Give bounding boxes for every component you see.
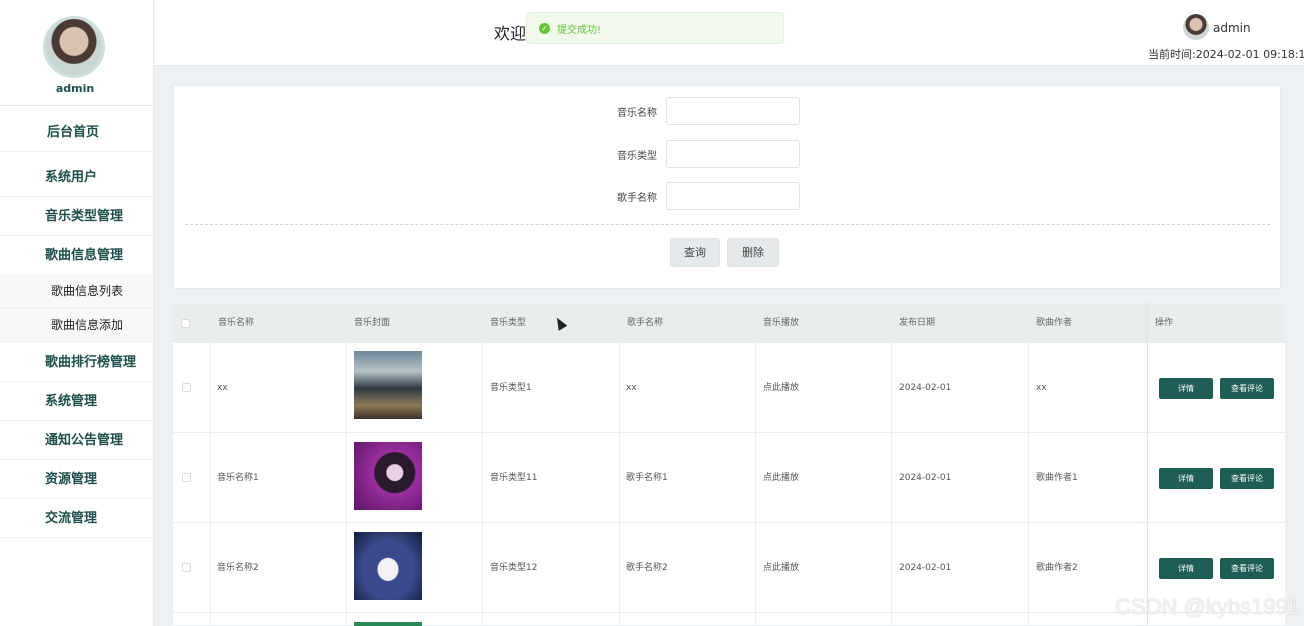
music-name-label: 音乐名称	[617, 108, 657, 119]
menu-item-song-info[interactable]: 歌曲信息管理	[0, 236, 152, 275]
profile-block: admin	[0, 0, 153, 106]
menu-item-notice[interactable]: 通知公告管理	[0, 421, 152, 460]
cell-author: xx	[1036, 383, 1047, 393]
detail-button[interactable]: 详情	[1159, 468, 1213, 489]
menu-item-system-users[interactable]: 系统用户	[0, 158, 152, 197]
menu-item-music-type[interactable]: 音乐类型管理	[0, 197, 152, 236]
time-value: 2024-02-01 09:18:13	[1195, 48, 1304, 61]
column-divider	[346, 343, 347, 626]
column-divider	[1147, 303, 1148, 626]
welcome-text: 欢迎	[494, 24, 527, 43]
cell-author: 歌曲作者1	[1036, 473, 1078, 483]
col-singer: 歌手名称	[627, 318, 664, 328]
col-actions: 操作	[1155, 318, 1174, 328]
cell-type: 音乐类型12	[490, 563, 538, 573]
cell-date: 2024-02-01	[899, 473, 952, 483]
view-comments-button[interactable]: 查看评论	[1220, 378, 1274, 399]
cover-image	[354, 351, 422, 419]
col-music-name: 音乐名称	[218, 318, 255, 328]
play-link[interactable]: 点此播放	[763, 523, 799, 613]
cover-image	[354, 622, 422, 626]
header-username[interactable]: admin	[1213, 21, 1251, 35]
submenu-item-song-add[interactable]: 歌曲信息添加	[0, 308, 152, 342]
column-divider	[755, 343, 756, 626]
success-toast: ✓ 提交成功!	[526, 12, 784, 44]
row-checkbox[interactable]	[182, 563, 191, 572]
column-divider	[1028, 343, 1029, 626]
check-icon: ✓	[539, 22, 550, 34]
play-link[interactable]: 点此播放	[763, 343, 799, 433]
cover-image	[354, 532, 422, 600]
table-row: 音乐名称1 音乐类型11 歌手名称1 点此播放 2024-02-01 歌曲作者1…	[173, 433, 1285, 523]
user-avatar[interactable]	[1183, 14, 1209, 40]
singer-name-label: 歌手名称	[617, 193, 657, 204]
cell-type: 音乐类型11	[490, 473, 538, 483]
menu-item-system[interactable]: 系统管理	[0, 382, 152, 421]
col-author: 歌曲作者	[1036, 318, 1073, 328]
delete-button[interactable]: 删除	[727, 238, 779, 267]
cell-type: 音乐类型1	[490, 383, 532, 393]
col-cover: 音乐封面	[354, 318, 391, 328]
row-checkbox[interactable]	[182, 473, 191, 482]
column-divider	[891, 343, 892, 626]
menu-item-resources[interactable]: 资源管理	[0, 460, 152, 499]
cell-singer: 歌手名称1	[626, 473, 668, 483]
menu-item-song-ranking[interactable]: 歌曲排行榜管理	[0, 343, 152, 382]
watermark: CSDN @kybs1991	[1115, 594, 1300, 619]
music-type-label: 音乐类型	[617, 151, 657, 162]
toast-message: 提交成功!	[557, 24, 602, 36]
time-label: 当前时间:	[1148, 48, 1196, 61]
select-all-checkbox[interactable]	[181, 319, 190, 328]
detail-button[interactable]: 详情	[1159, 378, 1213, 399]
music-type-input[interactable]	[666, 140, 800, 168]
cell-singer: xx	[626, 383, 637, 393]
play-link[interactable]: 点此播放	[763, 433, 799, 523]
table-header: 音乐名称 音乐封面 音乐类型 歌手名称 音乐播放 发布日期 歌曲作者 操作	[173, 303, 1285, 343]
divider	[185, 224, 1270, 225]
cell-date: 2024-02-01	[899, 383, 952, 393]
table-row: xx 音乐类型1 xx 点此播放 2024-02-01 xx 详情 查看评论	[173, 343, 1285, 433]
cell-music-name: xx	[217, 383, 228, 393]
col-type: 音乐类型	[490, 318, 527, 328]
detail-button[interactable]: 详情	[1159, 558, 1213, 579]
cell-singer: 歌手名称2	[626, 563, 668, 573]
col-date: 发布日期	[899, 318, 936, 328]
cell-music-name: 音乐名称2	[217, 563, 259, 573]
submenu-item-song-list[interactable]: 歌曲信息列表	[0, 274, 152, 308]
sidebar: admin 后台首页 系统用户 音乐类型管理 歌曲信息管理 歌曲信息列表 歌曲信…	[0, 0, 154, 626]
row-checkbox[interactable]	[182, 383, 191, 392]
view-comments-button[interactable]: 查看评论	[1220, 558, 1274, 579]
profile-name: admin	[55, 82, 95, 95]
singer-name-input[interactable]	[666, 182, 800, 210]
query-button[interactable]: 查询	[670, 238, 720, 267]
column-divider	[210, 343, 211, 626]
avatar	[43, 16, 105, 78]
col-play: 音乐播放	[763, 318, 800, 328]
cell-author: 歌曲作者2	[1036, 563, 1078, 573]
view-comments-button[interactable]: 查看评论	[1220, 468, 1274, 489]
cover-image	[354, 442, 422, 510]
cell-music-name: 音乐名称1	[217, 473, 259, 483]
column-divider	[482, 343, 483, 626]
music-name-input[interactable]	[666, 97, 800, 125]
menu-item-home[interactable]: 后台首页	[0, 113, 152, 152]
column-divider	[619, 343, 620, 626]
current-time: 当前时间:2024-02-01 09:18:13	[1148, 46, 1304, 62]
cell-date: 2024-02-01	[899, 563, 952, 573]
menu-item-communication[interactable]: 交流管理	[0, 499, 152, 538]
